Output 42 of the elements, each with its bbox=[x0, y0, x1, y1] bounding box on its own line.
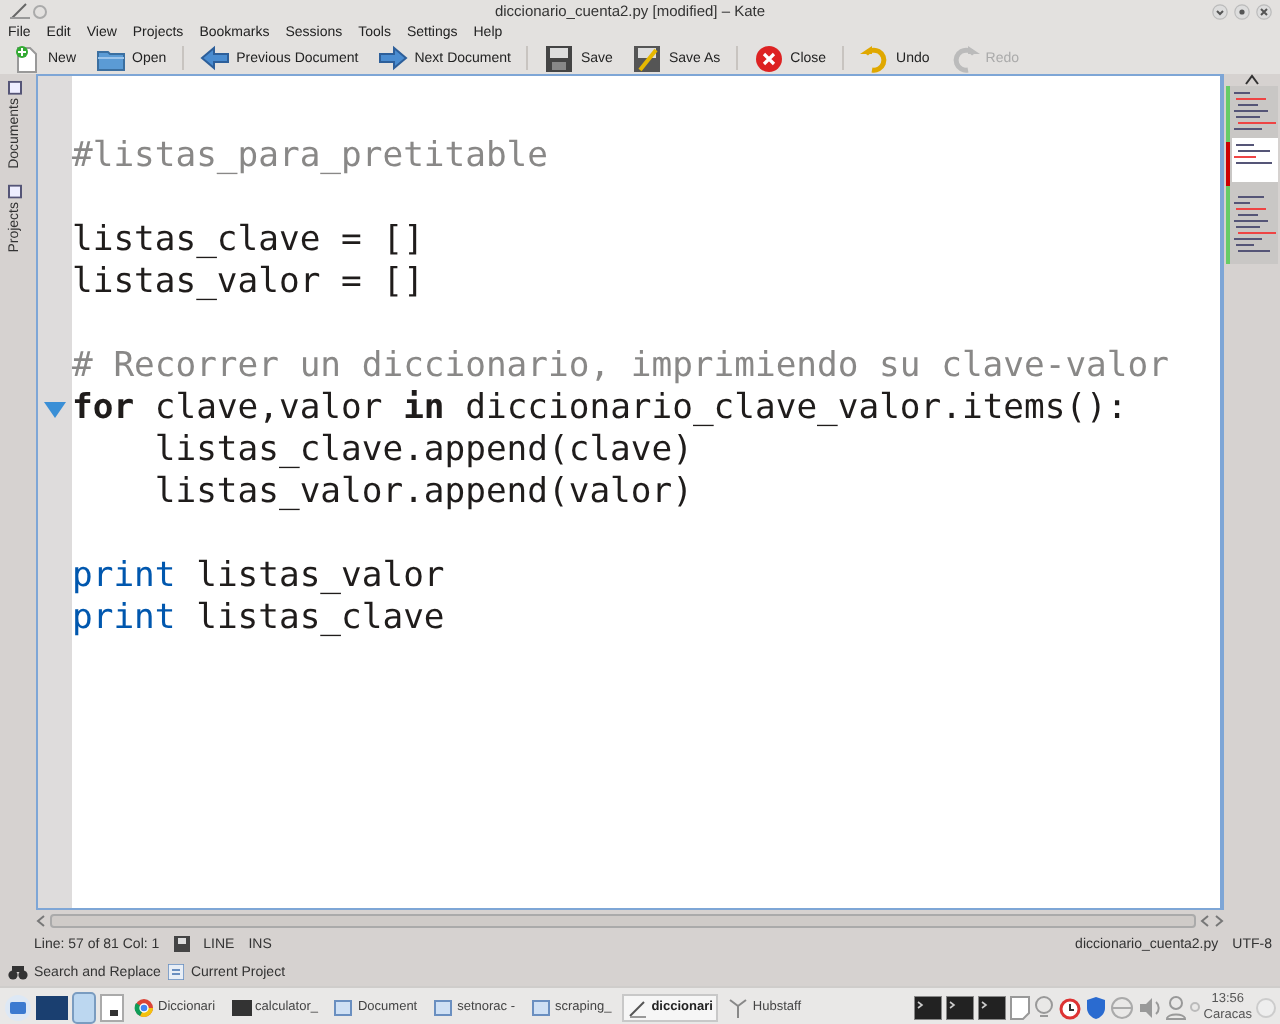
list-icon bbox=[168, 964, 185, 980]
speaker-icon[interactable] bbox=[1137, 995, 1162, 1019]
code-line: print listas_clave bbox=[72, 598, 447, 640]
antenna-icon bbox=[728, 997, 749, 1017]
user-icon[interactable] bbox=[1165, 995, 1186, 1019]
alarm-clock-icon[interactable] bbox=[1057, 995, 1082, 1019]
code-line: #listas_para_pretitable bbox=[72, 136, 550, 178]
window-icon bbox=[433, 997, 454, 1017]
pen-icon bbox=[627, 997, 648, 1017]
circle-icon[interactable] bbox=[32, 3, 48, 19]
dot-icon[interactable] bbox=[1189, 1002, 1200, 1012]
minimize-icon[interactable] bbox=[1212, 3, 1228, 19]
code-line: listas_valor.append(valor) bbox=[152, 472, 695, 514]
code-line: print listas_valor bbox=[72, 556, 447, 598]
window-icon bbox=[333, 997, 354, 1017]
fold-arrow-icon[interactable] bbox=[44, 401, 66, 417]
note-icon[interactable] bbox=[1009, 995, 1030, 1019]
window-icon bbox=[7, 184, 21, 199]
round-logo-icon bbox=[134, 997, 154, 1017]
terminal-icon[interactable] bbox=[945, 995, 974, 1019]
redo-icon bbox=[949, 43, 980, 73]
left-arrow-icon bbox=[200, 43, 231, 73]
terminal-icon bbox=[231, 997, 252, 1017]
code-line: for clave,valor in diccionario_clave_valor.items(): bbox=[72, 388, 1130, 430]
horizontal-scrollbar[interactable] bbox=[50, 913, 1196, 927]
binoculars-icon bbox=[8, 965, 28, 979]
desktop-icon[interactable] bbox=[36, 995, 68, 1019]
start-menu-icon[interactable] bbox=[4, 993, 32, 1021]
terminal-icon[interactable] bbox=[913, 995, 942, 1019]
close-icon[interactable] bbox=[1256, 3, 1272, 19]
code-line: listas_clave.append(clave) bbox=[152, 430, 695, 472]
undo-icon bbox=[860, 43, 891, 73]
code-line: # Recorrer un diccionario, imprimiendo su clave-valor bbox=[72, 346, 1171, 388]
pen-icon bbox=[8, 2, 32, 20]
right-arrow-icon bbox=[378, 43, 409, 73]
shield-icon[interactable] bbox=[1085, 995, 1106, 1019]
terminal-icon[interactable] bbox=[977, 995, 1006, 1019]
maximize-icon[interactable] bbox=[1234, 3, 1250, 19]
code-line: listas_clave = [] bbox=[72, 220, 426, 262]
minimap-drawing[interactable] bbox=[1226, 86, 1278, 264]
window-icon bbox=[531, 997, 552, 1017]
code-line: listas_valor = [] bbox=[72, 262, 426, 304]
